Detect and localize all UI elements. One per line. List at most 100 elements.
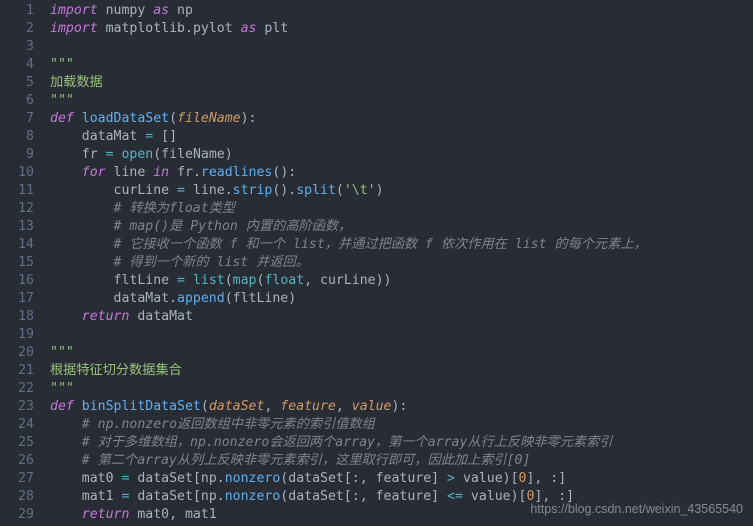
code-line[interactable]: import numpy as np [50,2,647,20]
token-builtin: float [264,273,304,288]
token-cmt: # 得到一个新的 list 并返回。 [114,255,309,270]
line-number: 16 [0,272,34,290]
line-number: 8 [0,128,34,146]
token-pn: ): [391,399,407,414]
token-pn: ) [376,183,384,198]
code-line[interactable]: # np.nonzero返回数组中非零元素的索引值数组 [50,416,647,434]
token-pn: , [336,399,352,414]
line-number: 9 [0,146,34,164]
token-nm [50,309,82,324]
token-pn: , curLine)) [304,273,391,288]
line-number: 29 [0,506,34,524]
token-kw: return [82,507,130,522]
token-prm: value [352,399,392,414]
code-line[interactable]: """ [50,56,647,74]
line-number: 19 [0,326,34,344]
token-fn: loadDataSet [82,111,169,126]
token-kw: in [153,165,169,180]
line-number-gutter: 1234567891011121314151617181920212223242… [0,0,44,526]
code-line[interactable]: fr = open(fileName) [50,146,647,164]
code-line[interactable]: """ [50,92,647,110]
token-op: = [177,273,185,288]
token-op: = [106,147,114,162]
code-line[interactable]: # 得到一个新的 list 并返回。 [50,254,647,272]
token-op: = [177,183,185,198]
line-number: 7 [0,110,34,128]
code-line[interactable]: 根据特征切分数据集合 [50,362,647,380]
token-nm [50,435,82,450]
code-line[interactable]: fltLine = list(map(float, curLine)) [50,272,647,290]
code-line[interactable]: 加载数据 [50,74,647,92]
token-nm [50,453,82,468]
token-cmt: # 它接收一个函数 f 和一个 list，并通过把函数 f 依次作用在 list… [114,237,647,252]
token-nm: numpy [98,3,154,18]
line-number: 12 [0,200,34,218]
code-line[interactable]: dataMat = [] [50,128,647,146]
token-fn: split [296,183,336,198]
code-line[interactable]: # 对于多维数组，np.nonzero会返回两个array，第一个array从行… [50,434,647,452]
token-pn: , [264,399,280,414]
code-line[interactable]: # 它接收一个函数 f 和一个 list，并通过把函数 f 依次作用在 list… [50,236,647,254]
token-nm [185,273,193,288]
line-number: 23 [0,398,34,416]
code-line[interactable]: """ [50,344,647,362]
code-line[interactable] [50,38,647,56]
token-fn: strip [233,183,273,198]
code-line[interactable]: # 第二个array从列上反映非零元素索引，这里取行即可，因此加上索引[0] [50,452,647,470]
line-number: 2 [0,20,34,38]
line-number: 14 [0,236,34,254]
code-line[interactable]: import matplotlib.pylot as plt [50,20,647,38]
code-line[interactable]: # map()是 Python 内置的高阶函数， [50,218,647,236]
code-line[interactable]: def binSplitDataSet(dataSet, feature, va… [50,398,647,416]
token-pn: ( [201,399,209,414]
token-fn: nonzero [225,471,281,486]
code-line[interactable]: for line in fr.readlines(): [50,164,647,182]
code-line[interactable]: mat1 = dataSet[np.nonzero(dataSet[:, fea… [50,488,647,506]
token-pn: (). [272,183,296,198]
token-nm: value [455,471,503,486]
token-kw: import [50,21,98,36]
token-nm [50,507,82,522]
token-pn: . [193,165,201,180]
code-line[interactable]: mat0 = dataSet[np.nonzero(dataSet[:, fea… [50,470,647,488]
token-cmt: # 对于多维数组，np.nonzero会返回两个array，第一个array从行… [82,435,613,450]
code-line[interactable] [50,326,647,344]
token-nm: mat0, mat1 [129,507,216,522]
token-str: """ [50,345,74,360]
token-pn: ], :] [534,489,574,504]
token-kw: def [50,399,74,414]
token-prm: feature [280,399,336,414]
token-fn: append [177,291,225,306]
code-line[interactable]: curLine = line.strip().split('\t') [50,182,647,200]
code-line[interactable]: # 转换为float类型 [50,200,647,218]
code-editor[interactable]: 1234567891011121314151617181920212223242… [0,0,753,526]
token-str: '\t' [344,183,376,198]
code-line[interactable]: """ [50,380,647,398]
line-number: 17 [0,290,34,308]
line-number: 24 [0,416,34,434]
code-line[interactable]: return dataMat [50,308,647,326]
token-nm: dataSet[:, feature] [288,471,447,486]
token-nm [74,111,82,126]
token-cmt: # 转换为float类型 [114,201,236,216]
line-number: 15 [0,254,34,272]
token-nm [50,201,114,216]
token-cmt: # np.nonzero返回数组中非零元素的索引值数组 [82,417,375,432]
token-prm: fileName [177,111,241,126]
token-nm: plt [256,21,288,36]
token-pn: (): [272,165,296,180]
token-pn: ], :] [526,471,566,486]
code-area[interactable]: import numpy as npimport matplotlib.pylo… [44,0,647,526]
token-nm: dataSet[np [129,489,216,504]
token-nm: value [463,489,511,504]
line-number: 6 [0,92,34,110]
token-nm [50,219,114,234]
line-number: 20 [0,344,34,362]
code-line[interactable]: def loadDataSet(fileName): [50,110,647,128]
line-number: 28 [0,488,34,506]
token-nm [50,165,82,180]
token-nm: dataSet[np [129,471,216,486]
line-number: 18 [0,308,34,326]
code-line[interactable]: return mat0, mat1 [50,506,647,524]
code-line[interactable]: dataMat.append(fltLine) [50,290,647,308]
